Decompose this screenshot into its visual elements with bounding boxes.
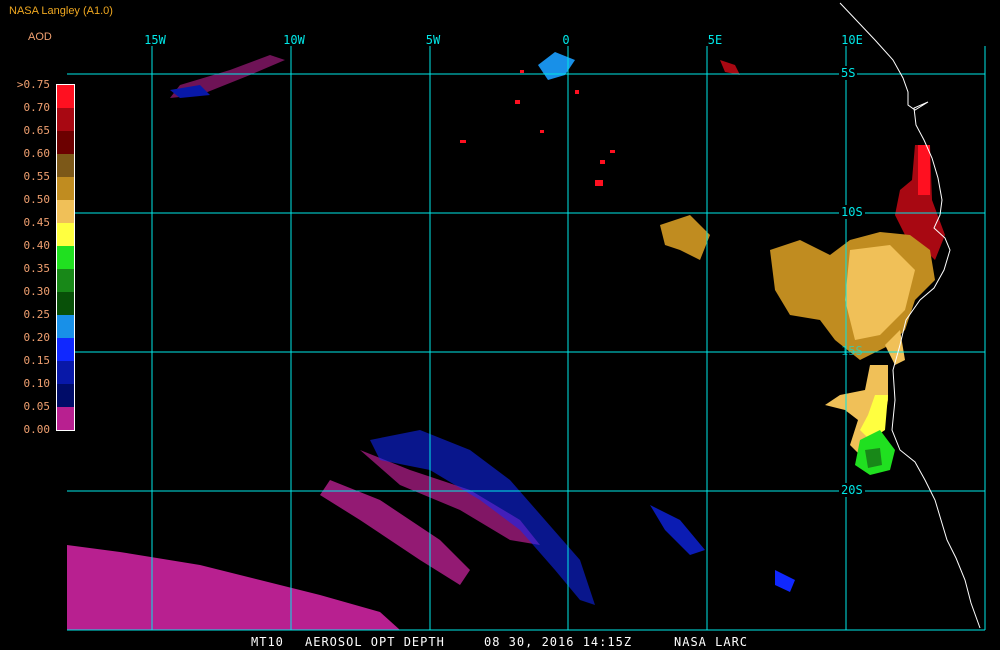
- legend-label: 0.15: [23, 354, 51, 367]
- caption-product: AEROSOL OPT DEPTH: [305, 635, 445, 649]
- legend-swatch: [57, 200, 74, 223]
- aerosol-data: [67, 52, 945, 630]
- low-aod-band: [67, 545, 400, 630]
- legend-swatch: [57, 85, 74, 108]
- legend-label: 0.60: [23, 147, 51, 160]
- app-title: NASA Langley (A1.0): [9, 5, 113, 17]
- longitude-label: 10W: [283, 33, 305, 47]
- legend-title: AOD: [28, 31, 52, 43]
- legend-swatch: [57, 315, 74, 338]
- legend-swatch: [57, 269, 74, 292]
- latitude-label: 20S: [839, 483, 865, 497]
- legend-label: 0.50: [23, 193, 51, 206]
- legend-swatch: [57, 154, 74, 177]
- legend-swatch: [57, 407, 74, 430]
- caption-source: NASA LARC: [674, 635, 749, 649]
- legend-label: 0.40: [23, 239, 51, 252]
- latitude-label: 5S: [839, 66, 858, 80]
- legend-colorbar: [56, 84, 75, 431]
- legend-swatch: [57, 108, 74, 131]
- legend-label: 0.00: [23, 423, 51, 436]
- longitude-label: 15W: [144, 33, 166, 47]
- longitude-label: 0: [562, 33, 570, 47]
- legend-label: 0.35: [23, 262, 51, 275]
- latitude-label: 15S: [841, 344, 863, 358]
- legend-swatch: [57, 292, 74, 315]
- longitude-label: 5W: [425, 33, 441, 47]
- legend-swatch: [57, 131, 74, 154]
- aod-map: [67, 2, 986, 631]
- legend-label: 0.25: [23, 308, 51, 321]
- legend-label: 0.10: [23, 377, 51, 390]
- caption-datetime: 08 30, 2016 14:15Z: [484, 635, 633, 649]
- legend-label: 0.70: [23, 101, 51, 114]
- legend-swatch: [57, 338, 74, 361]
- legend-label: 0.45: [23, 216, 51, 229]
- legend-label: 0.05: [23, 400, 51, 413]
- latitude-label: 10S: [839, 205, 865, 219]
- legend-label: 0.30: [23, 285, 51, 298]
- longitude-label: 5E: [707, 33, 723, 47]
- longitude-label: 10E: [841, 33, 863, 47]
- legend-label: 0.55: [23, 170, 51, 183]
- legend-label: >0.75: [16, 78, 50, 91]
- legend-swatch: [57, 246, 74, 269]
- legend-swatch: [57, 361, 74, 384]
- legend-label: 0.65: [23, 124, 51, 137]
- legend-swatch: [57, 177, 74, 200]
- legend-label: 0.20: [23, 331, 51, 344]
- caption-product-id: MT10: [251, 635, 284, 649]
- legend-swatch: [57, 223, 74, 246]
- legend-swatch: [57, 384, 74, 407]
